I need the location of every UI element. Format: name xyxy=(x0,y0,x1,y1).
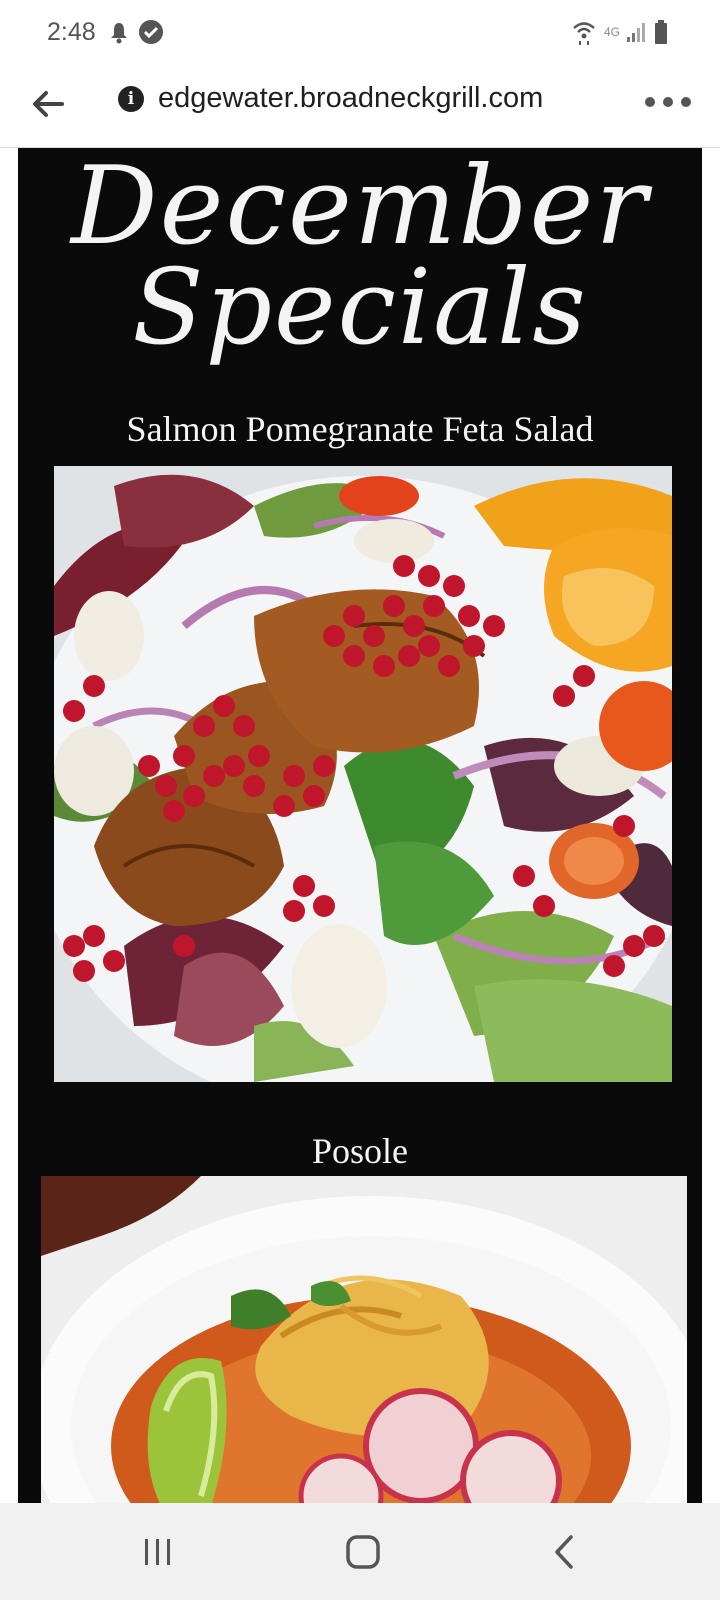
battery-icon xyxy=(655,20,667,44)
home-icon[interactable] xyxy=(333,1527,393,1577)
salmon-salad-illustration xyxy=(54,466,672,1082)
more-dots-icon[interactable] xyxy=(645,94,691,110)
posole-photo[interactable] xyxy=(41,1176,687,1503)
browser-toolbar: i edgewater.broadneckgrill.com xyxy=(0,66,720,148)
posole-illustration xyxy=(41,1176,687,1503)
wifi-icon xyxy=(573,22,595,45)
specials-panel: December Specials Salmon Pomegranate Fet… xyxy=(18,148,702,1503)
back-icon[interactable] xyxy=(535,1527,595,1577)
status-time: 2:48 xyxy=(47,18,96,46)
heading-specials: Specials xyxy=(132,246,588,368)
system-navigation-bar xyxy=(0,1503,720,1600)
check-circle-icon xyxy=(139,20,163,44)
web-content[interactable]: December Specials Salmon Pomegranate Fet… xyxy=(0,148,720,1503)
signal-icon xyxy=(627,23,645,42)
status-bar: 2:48 4G xyxy=(0,0,720,66)
salmon-salad-photo[interactable] xyxy=(54,466,672,1082)
address-bar-url[interactable]: edgewater.broadneckgrill.com xyxy=(158,82,543,115)
item-title-posole: Posole xyxy=(311,1131,408,1171)
recent-apps-icon[interactable] xyxy=(128,1527,188,1577)
status-right-icons: 4G xyxy=(572,18,668,46)
info-icon[interactable]: i xyxy=(118,86,144,112)
arrow-left-icon[interactable] xyxy=(26,82,70,126)
notification-bell-icon xyxy=(111,23,127,44)
4g-icon: 4G xyxy=(603,25,620,39)
item-title-salmon-salad: Salmon Pomegranate Feta Salad xyxy=(126,409,594,449)
